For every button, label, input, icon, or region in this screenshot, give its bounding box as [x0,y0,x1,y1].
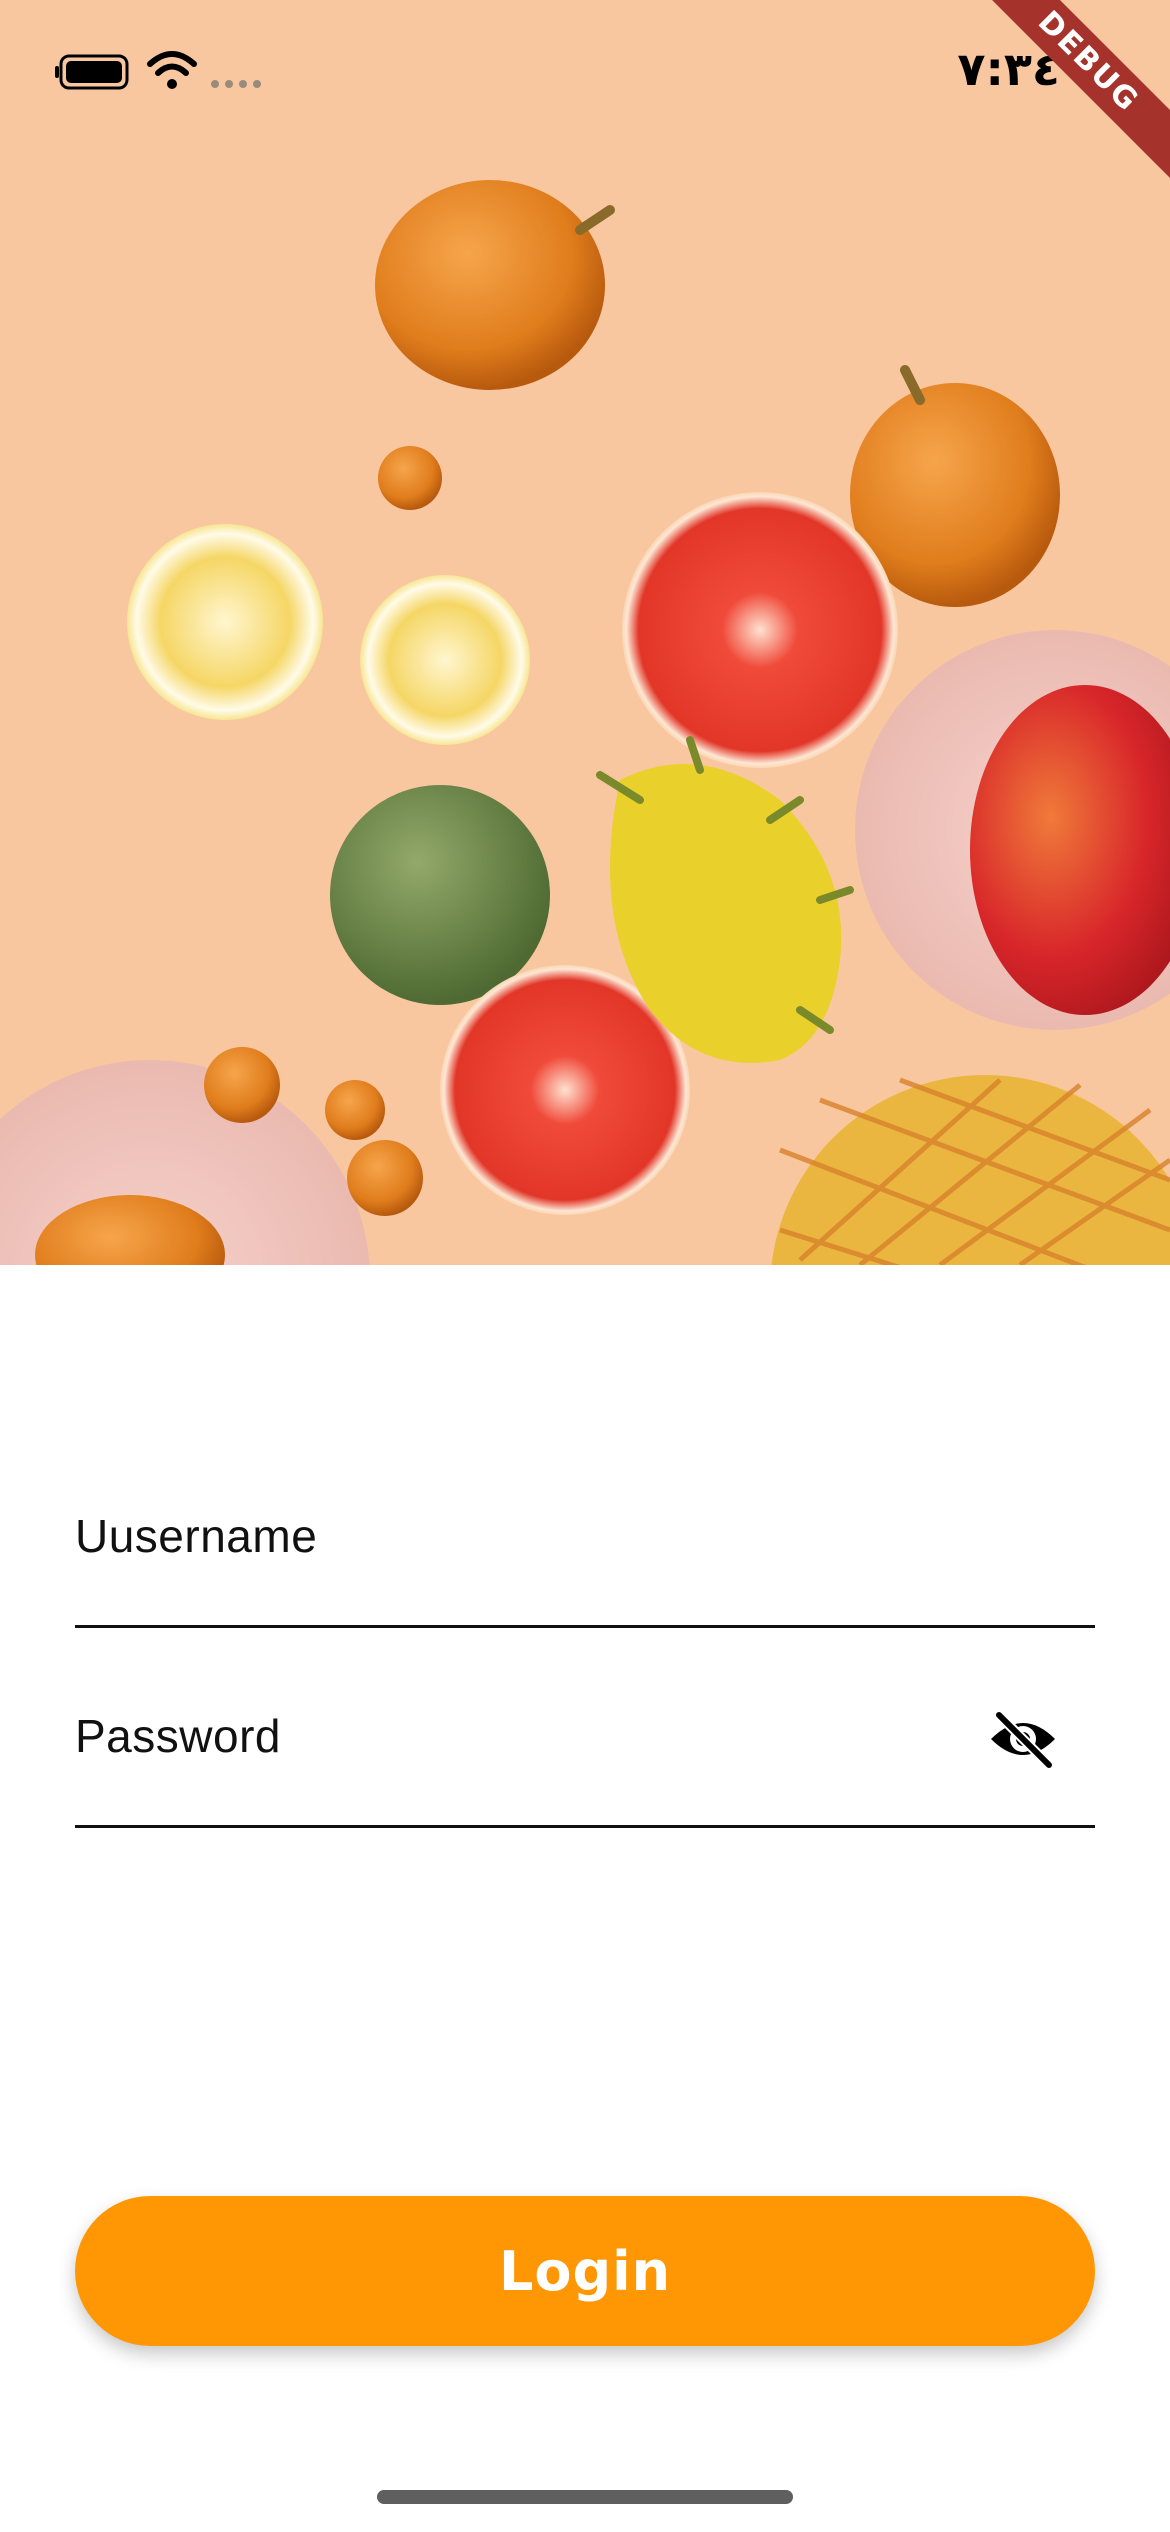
signal-dots-icon [211,80,261,88]
battery-icon [55,54,129,90]
username-label: Uusername [75,1510,318,1562]
password-label: Password [75,1710,281,1762]
kumquat-1 [378,446,442,510]
eye-off-icon[interactable] [987,1709,1059,1769]
kumquat-2 [204,1047,280,1123]
grapefruit-top [622,492,898,768]
kumquat-3 [325,1080,385,1140]
lemon-half-1 [127,524,323,720]
login-button[interactable]: Login [75,2196,1095,2346]
status-bar: ٧:٣٤ [0,0,1170,150]
password-field[interactable]: Password [75,1695,1095,1828]
hero-fruit-image [0,0,1170,1265]
wifi-icon [147,51,197,89]
password-visibility-toggle[interactable] [983,1699,1063,1779]
lemon-half-2 [360,575,530,745]
kumquat-4 [347,1140,423,1216]
fruits-illustration [0,180,1170,1265]
passion-fruit-top [375,180,605,390]
home-indicator[interactable] [377,2490,793,2504]
green-fruit [330,785,550,1005]
username-field[interactable]: Uusername [75,1495,1095,1628]
